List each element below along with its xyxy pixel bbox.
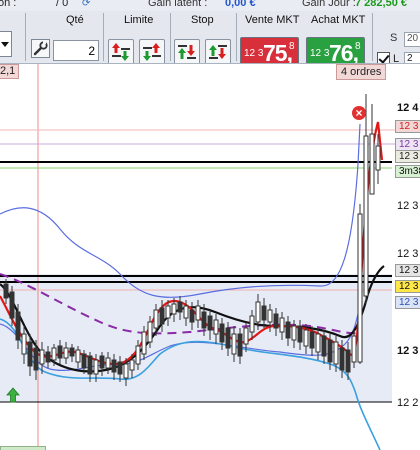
status-position: / 0	[56, 0, 69, 9]
instrument-dropdown-arrow[interactable]	[0, 31, 12, 57]
buy-price-main: 76,	[329, 40, 359, 64]
side-field-20[interactable]: 20	[404, 32, 420, 47]
limit-label: Limite	[124, 14, 154, 26]
black-level-price-tag: 12 3	[395, 264, 420, 277]
price-axis-label: 12 3	[397, 200, 419, 212]
price-chart[interactable]: 2,1 4 ordres × 12 4 12 3 12 3 12 3 12 2 …	[0, 64, 420, 450]
range-zone	[0, 274, 392, 402]
limit-sell-button[interactable]	[139, 39, 165, 63]
left-price-tag: 2,1	[0, 64, 20, 79]
current-price-tag: 12 3	[395, 150, 420, 163]
order-toolbar: Qté Limite Stop	[0, 11, 420, 64]
toolbar-divider	[170, 13, 171, 61]
price-axis-label: 12 3	[397, 248, 419, 260]
limit-buy-icon	[112, 43, 130, 61]
buy-price-prefix: 12 3	[310, 48, 330, 59]
side-field-2[interactable]: 2	[404, 52, 420, 63]
stop-buy-icon	[178, 45, 196, 59]
sell-mkt-label: Vente MKT	[245, 14, 300, 26]
stop-buy-button[interactable]	[174, 39, 200, 63]
sell-price-main: 75,	[263, 40, 293, 64]
buy-mkt-label: Achat MKT	[311, 14, 366, 26]
refresh-icon[interactable]: ⟳	[82, 0, 90, 9]
wrench-settings-button[interactable]	[31, 39, 50, 58]
gain-jour-label: Gain Jour :	[302, 0, 356, 9]
stop-label: Stop	[191, 14, 214, 26]
limit-sell-icon	[143, 43, 161, 61]
sell-market-button[interactable]: 12 3 75, 8	[240, 37, 299, 64]
toolbar-divider	[372, 13, 373, 61]
gain-jour-value: 7 282,50 €	[355, 0, 407, 9]
stop-sell-icon	[209, 45, 227, 59]
lock-checkbox[interactable]	[377, 52, 390, 63]
wrench-icon	[33, 41, 48, 56]
candle-timer-tag: 3m38	[395, 165, 420, 178]
upper-band-line	[0, 123, 361, 298]
red-level-price-tag: 12 3	[395, 120, 420, 133]
yellow-level-price-tag: 12 3	[395, 280, 420, 293]
price-axis-label: 12 4	[397, 102, 419, 114]
blue-level-price-tag: 12 3	[395, 296, 420, 309]
toolbar-divider	[103, 13, 104, 61]
orders-count-badge[interactable]: 4 ordres	[336, 64, 387, 80]
status-bar: on : / 0 ⟳ Gain latent : 0,00 € Gain Jou…	[0, 0, 420, 11]
buy-market-button[interactable]: 12 3 76, 8	[306, 37, 365, 64]
price-axis-label: 12 2	[397, 397, 419, 409]
limit-buy-button[interactable]	[108, 39, 134, 63]
toolbar-divider	[25, 13, 26, 61]
sell-price-pip: 8	[289, 41, 295, 52]
side-s-label: S	[390, 32, 398, 44]
bottom-panel-tab[interactable]	[0, 446, 46, 450]
qty-label: Qté	[66, 14, 84, 26]
stop-sell-button[interactable]	[205, 39, 231, 63]
buy-price-pip: 8	[355, 41, 361, 52]
price-axis-label: 12 3	[397, 345, 419, 357]
chart-canvas[interactable]	[0, 64, 420, 450]
toolbar-divider	[236, 13, 237, 61]
side-l-label: L	[393, 53, 400, 64]
buy-signal-up-arrow-icon	[6, 387, 20, 403]
gain-latent-value: 0,00 €	[225, 0, 256, 9]
status-cut-left: on :	[0, 0, 17, 9]
gain-latent-label: Gain latent :	[148, 0, 208, 9]
cancel-order-x-icon[interactable]: ×	[352, 106, 366, 120]
quantity-input[interactable]	[53, 40, 99, 61]
sell-price-prefix: 12 3	[244, 48, 264, 59]
